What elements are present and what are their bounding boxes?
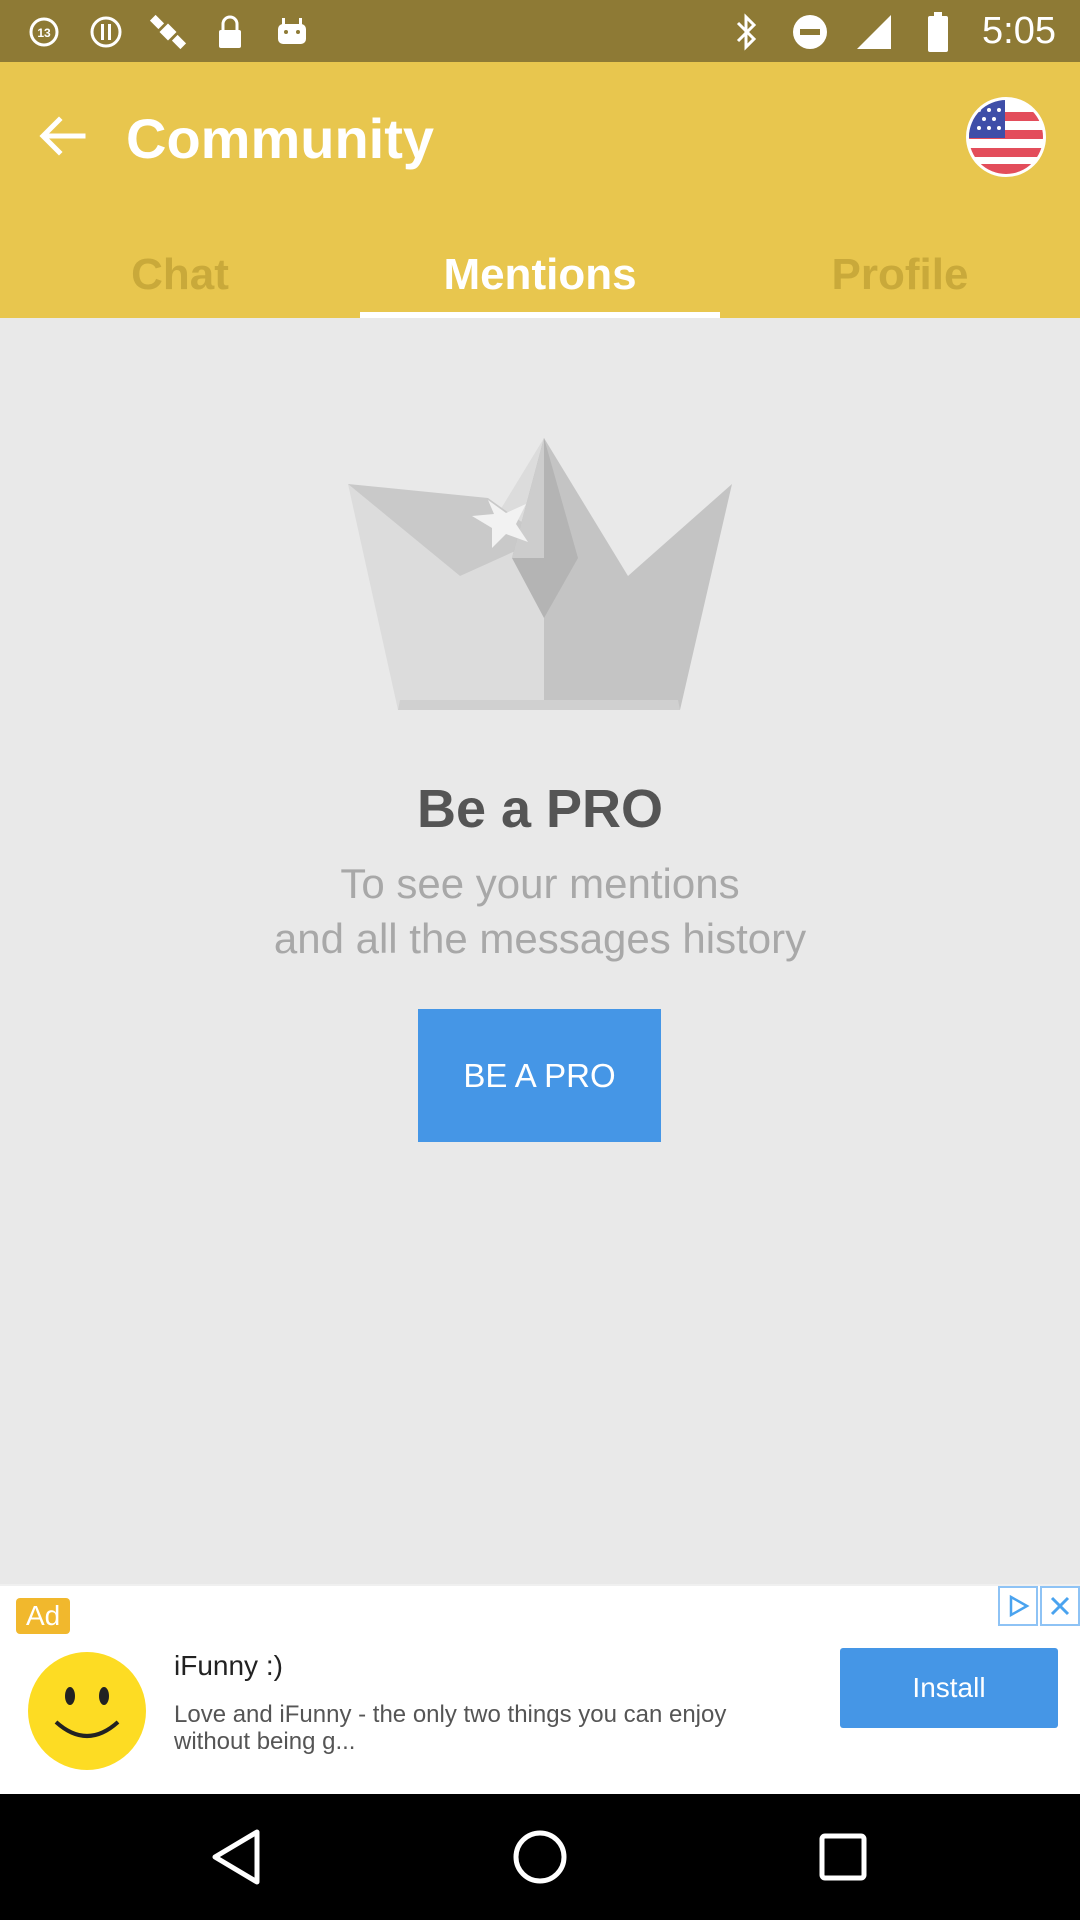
- ad-close-icon[interactable]: [1040, 1586, 1080, 1626]
- svg-text:13: 13: [37, 26, 51, 40]
- smiley-icon: [26, 1650, 148, 1772]
- ad-choices-icon[interactable]: [998, 1586, 1038, 1626]
- android-icon: [272, 12, 312, 52]
- signal-icon: [854, 12, 894, 52]
- ad-description: Love and iFunny - the only two things yo…: [174, 1701, 727, 1755]
- lock-icon: [210, 12, 250, 52]
- back-button[interactable]: [30, 104, 94, 168]
- bluetooth-icon: [726, 12, 766, 52]
- tab-profile[interactable]: Profile: [720, 222, 1080, 318]
- ad-badge: Ad: [16, 1598, 71, 1634]
- status-right-icons: 5:05: [726, 10, 1056, 53]
- crown-icon: [348, 438, 732, 710]
- install-button[interactable]: Install: [840, 1648, 1058, 1728]
- pro-title: Be a PRO: [416, 779, 664, 839]
- battery-icon: [918, 11, 958, 52]
- nav-home-icon: [513, 1830, 567, 1884]
- us-flag-icon: [969, 100, 1043, 174]
- nav-recents-icon: [819, 1833, 867, 1881]
- navigation-bar: [0, 1794, 1080, 1920]
- tab-chat[interactable]: Chat: [0, 222, 360, 318]
- tab-bar: Chat Mentions Profile: [0, 222, 1080, 318]
- fake-gps-satellite-icon: [148, 12, 188, 52]
- app-bar: Community Chat Mentions Profile: [0, 62, 1080, 318]
- status-time: 5:05: [982, 10, 1056, 52]
- nav-back-button[interactable]: [196, 1820, 276, 1894]
- ad-app-name: iFunny :): [174, 1650, 283, 1681]
- pro-subtitle: To see your mentions and all the message…: [0, 856, 1080, 966]
- language-flag-button[interactable]: [966, 97, 1046, 177]
- page-title: Community: [126, 107, 434, 170]
- pro-subtitle-line-2: and all the messages history: [273, 915, 807, 962]
- nav-recents-button[interactable]: [803, 1820, 883, 1894]
- nav-home-button[interactable]: [500, 1820, 580, 1894]
- be-a-pro-button[interactable]: BE A PRO: [418, 1009, 661, 1142]
- alert-circle-icon: [86, 12, 126, 52]
- pro-subtitle-line-1: To see your mentions: [340, 860, 740, 907]
- nav-back-icon: [212, 1829, 260, 1885]
- status-bar: 13 5:05: [0, 0, 1080, 62]
- status-left-icons: 13: [24, 12, 312, 52]
- do-not-disturb-icon: [790, 12, 830, 52]
- ad-banner[interactable]: Ad iFunny :) Love and iFunny - the only …: [0, 1584, 1080, 1794]
- abc13-news-icon: 13: [24, 12, 64, 52]
- arrow-back-icon: [39, 116, 86, 156]
- tab-mentions[interactable]: Mentions: [360, 222, 720, 318]
